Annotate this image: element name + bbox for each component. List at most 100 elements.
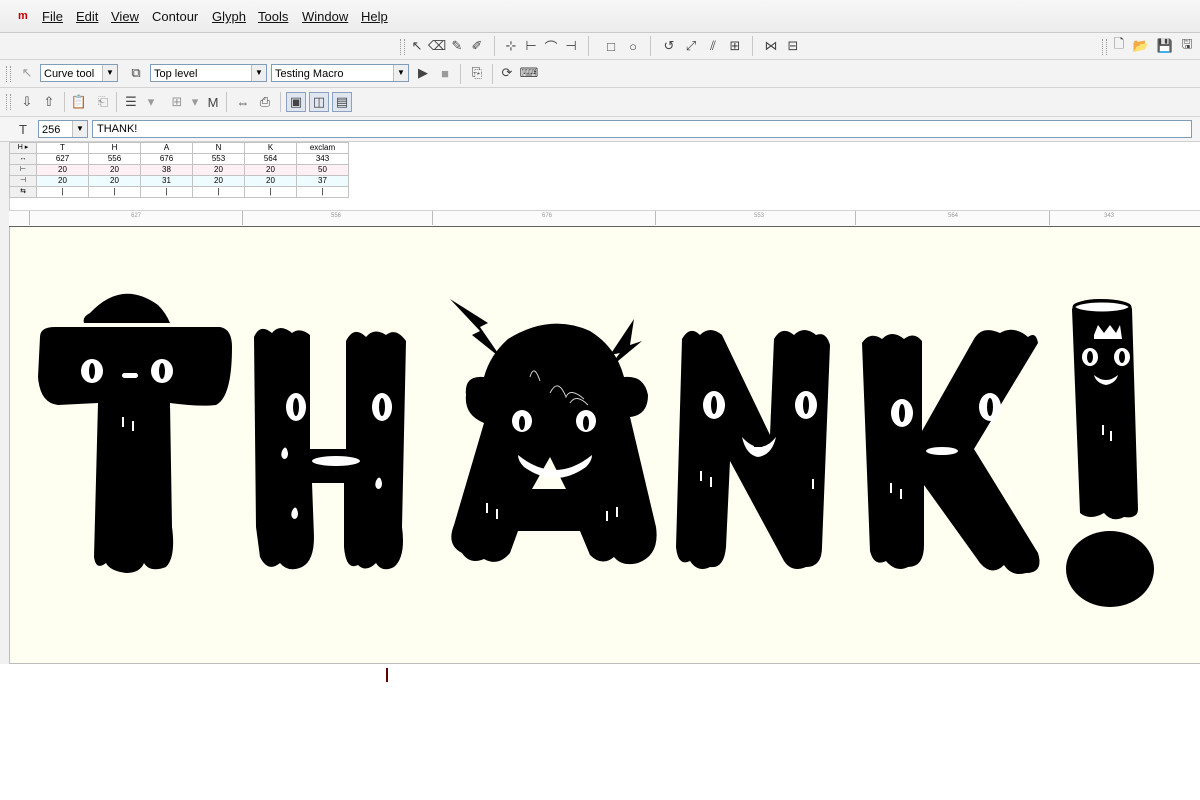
lsb-cell[interactable]: 20 — [244, 164, 297, 176]
glyph-t[interactable] — [38, 293, 232, 573]
metrics-table: H ▸ T H A N K exclam ↔ 627 556 676 553 5… — [9, 142, 349, 198]
add-tangent-icon[interactable]: ⊣ — [562, 37, 580, 55]
menu-tools[interactable]: Tools — [258, 9, 288, 24]
glyph-k[interactable] — [862, 329, 1040, 574]
add-point-icon[interactable]: ⊹ — [502, 37, 520, 55]
metrics-strike-icon[interactable]: M — [204, 93, 222, 111]
stop-macro-icon[interactable]: ■ — [436, 64, 454, 82]
rsb-cell[interactable]: 20 — [244, 175, 297, 187]
transform-tool-icon[interactable]: ⊞ — [726, 37, 744, 55]
import-icon[interactable]: ⇩ — [18, 93, 36, 111]
menu-help[interactable]: Help — [361, 9, 388, 24]
toolbar-grip[interactable] — [6, 94, 11, 110]
ruler-label: 556 — [331, 213, 342, 219]
print-icon[interactable]: ⎙ — [256, 93, 274, 111]
lsb-cell[interactable]: 20 — [88, 164, 141, 176]
export-icon[interactable]: ⇧ — [40, 93, 58, 111]
measure-tool-icon[interactable]: ⊟ — [784, 37, 802, 55]
rsb-cell[interactable]: 37 — [296, 175, 349, 187]
rsb-cell[interactable]: 20 — [192, 175, 245, 187]
toolbar-grip[interactable] — [6, 66, 11, 82]
width-cell[interactable]: 676 — [140, 153, 193, 165]
text-tool-icon[interactable]: T — [14, 120, 32, 138]
cursor-icon[interactable]: ↖ — [18, 64, 36, 82]
save-icon[interactable]: 💾 — [1156, 37, 1174, 55]
layers-icon[interactable]: ⧉ — [127, 64, 145, 82]
new-file-icon[interactable]: 🗋 — [1110, 36, 1128, 55]
eraser-tool-icon[interactable]: ⌫ — [428, 37, 446, 55]
menu-window[interactable]: Window — [302, 9, 348, 24]
width-cell[interactable]: 553 — [192, 153, 245, 165]
chevron-down-icon[interactable]: ▾ — [186, 93, 204, 111]
panel-top-icon[interactable]: ▣ — [286, 92, 306, 112]
lsb-cell[interactable]: 20 — [36, 164, 89, 176]
glyph-row-header: H ▸ — [9, 142, 37, 154]
macro-select[interactable]: Testing Macro ▼ — [271, 64, 409, 82]
run-macro-icon[interactable]: ▶ — [414, 64, 432, 82]
ellipse-tool-icon[interactable]: ○ — [624, 37, 642, 55]
console-icon[interactable]: ⌨ — [520, 64, 539, 82]
pen-tool-icon[interactable]: ✎ — [448, 37, 466, 55]
rotate-tool-icon[interactable]: ↺ — [660, 37, 678, 55]
glyph-h[interactable] — [254, 328, 406, 570]
rectangle-tool-icon[interactable]: □ — [602, 37, 620, 55]
knife-tool-icon[interactable]: ⋈ — [762, 37, 780, 55]
menu-view[interactable]: View — [111, 9, 139, 24]
tool-select[interactable]: Curve tool ▼ — [40, 64, 118, 82]
glyph-exclam[interactable] — [1066, 299, 1154, 607]
glyph-n[interactable] — [676, 330, 830, 569]
glyph-a[interactable] — [450, 299, 657, 565]
slant-tool-icon[interactable]: ⫽ — [704, 37, 722, 55]
size-select[interactable]: 256 ▼ — [38, 120, 88, 138]
add-curve-icon[interactable]: ⌒ — [542, 37, 560, 55]
kerning-cell[interactable]: | — [36, 186, 89, 198]
lsb-cell[interactable]: 20 — [192, 164, 245, 176]
scale-tool-icon[interactable]: ⤢ — [682, 37, 700, 55]
lsb-cell[interactable]: 50 — [296, 164, 349, 176]
pencil-tool-icon[interactable]: ✐ — [468, 37, 486, 55]
width-cell[interactable]: 564 — [244, 153, 297, 165]
glyph-preview-canvas[interactable] — [9, 227, 1200, 664]
menu-edit[interactable]: Edit — [76, 9, 98, 24]
glyph-name-cell[interactable]: T — [36, 142, 89, 154]
open-folder-icon[interactable]: 📂 — [1132, 37, 1150, 55]
width-cell[interactable]: 343 — [296, 153, 349, 165]
add-corner-icon[interactable]: ⊢ — [522, 37, 540, 55]
kerning-cell[interactable]: | — [88, 186, 141, 198]
lsb-cell[interactable]: 38 — [140, 164, 193, 176]
toolbar-grip[interactable] — [400, 39, 405, 55]
paste-icon[interactable]: ⎗ — [94, 93, 112, 111]
rsb-cell[interactable]: 20 — [88, 175, 141, 187]
sample-text-input[interactable]: THANK! — [92, 120, 1192, 138]
menu-contour[interactable]: Contour — [152, 9, 198, 24]
grid-icon[interactable]: ⊞ — [168, 93, 186, 111]
glyph-name-cell[interactable]: N — [192, 142, 245, 154]
menu-glyph[interactable]: Glyph — [212, 9, 246, 24]
toolbar-grip[interactable] — [1102, 39, 1107, 55]
rsb-cell[interactable]: 20 — [36, 175, 89, 187]
level-select[interactable]: Top level ▼ — [150, 64, 267, 82]
kerning-cell[interactable]: | — [192, 186, 245, 198]
width-cell[interactable]: 556 — [88, 153, 141, 165]
menu-file[interactable]: File — [42, 9, 63, 24]
panel-split-icon[interactable]: ◫ — [309, 92, 329, 112]
kerning-icon[interactable]: ⇔ — [234, 93, 252, 111]
kerning-cell[interactable]: | — [140, 186, 193, 198]
glyph-name-cell[interactable]: exclam — [296, 142, 349, 154]
glyph-name-cell[interactable]: K — [244, 142, 297, 154]
kerning-cell[interactable]: | — [244, 186, 297, 198]
panel-color-icon[interactable]: ▤ — [332, 92, 352, 112]
rsb-cell[interactable]: 31 — [140, 175, 193, 187]
save-all-icon[interactable]: 🖫 — [1178, 36, 1196, 55]
chevron-down-icon[interactable]: ▾ — [142, 93, 160, 111]
pointer-tool-icon[interactable]: ↖ — [408, 37, 426, 55]
width-cell[interactable]: 627 — [36, 153, 89, 165]
glyph-name-cell[interactable]: H — [88, 142, 141, 154]
clipboard-icon[interactable]: 📋 — [70, 93, 88, 111]
refresh-icon[interactable]: ⟳ — [498, 64, 516, 82]
edit-macro-icon[interactable]: ⎘ — [468, 64, 486, 82]
glyph-name-cell[interactable]: A — [140, 142, 193, 154]
horizontal-ruler[interactable]: 627 556 676 553 564 343 — [9, 210, 1200, 228]
kerning-cell[interactable]: | — [296, 186, 349, 198]
list-icon[interactable]: ☰ — [122, 93, 140, 111]
